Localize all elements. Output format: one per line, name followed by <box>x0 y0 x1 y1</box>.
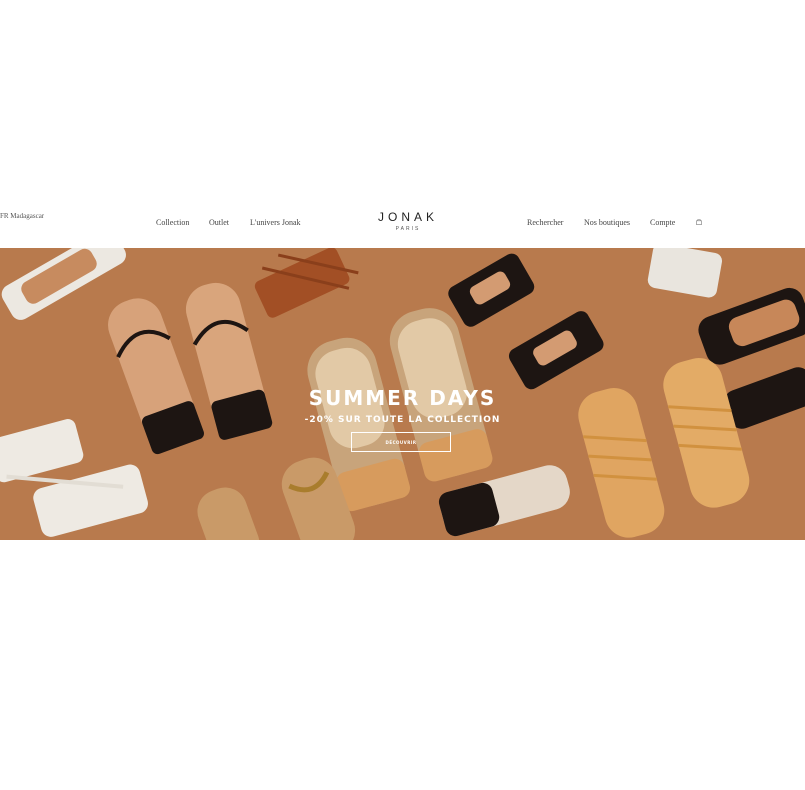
hero-title: SUMMER DAYS <box>308 386 497 410</box>
shopping-bag-icon[interactable] <box>696 219 702 225</box>
hero-subtitle: -20% SUR TOUTE LA COLLECTION <box>304 415 501 425</box>
locale-selector[interactable]: FR Madagascar <box>0 212 44 220</box>
brand-logo[interactable]: JONAK PARIS <box>375 210 441 232</box>
nav-compte[interactable]: Compte <box>650 218 675 227</box>
nav-rechercher[interactable]: Rechercher <box>527 218 563 227</box>
nav-nos-boutiques[interactable]: Nos boutiques <box>584 218 630 227</box>
nav-outlet[interactable]: Outlet <box>209 218 229 227</box>
nav-univers-jonak[interactable]: L'univers Jonak <box>250 218 301 227</box>
nav-collection[interactable]: Collection <box>156 218 189 227</box>
brand-subtitle: PARIS <box>395 226 421 232</box>
brand-name: JONAK <box>377 210 438 224</box>
discover-button[interactable]: DÉCOUVRIR <box>351 432 451 452</box>
